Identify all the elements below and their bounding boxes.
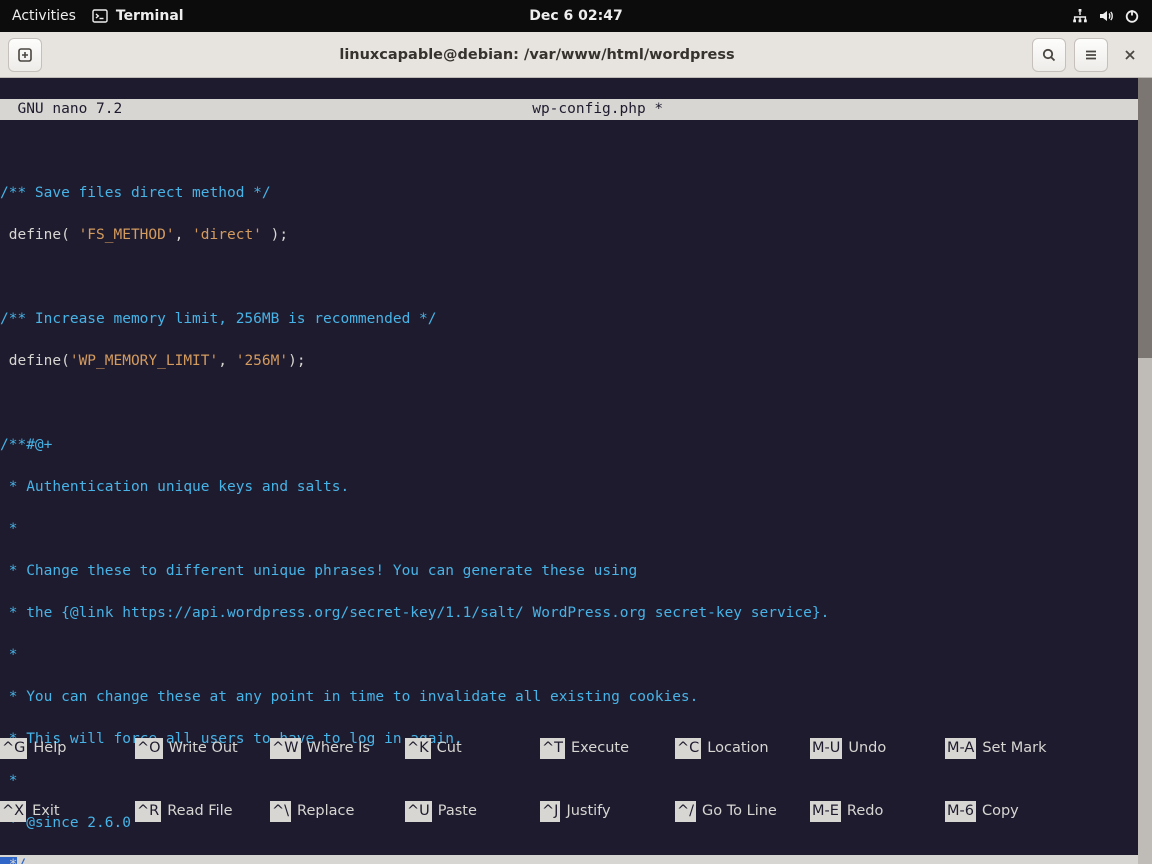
shortcut-key: M-U: [810, 738, 842, 759]
clock[interactable]: Dec 6 02:47: [529, 8, 622, 24]
shortcut-label: Paste: [432, 801, 477, 822]
active-app-label: Terminal: [116, 8, 184, 24]
volume-icon[interactable]: [1098, 8, 1114, 24]
shortcut-key: ^C: [675, 738, 701, 759]
nano-footer: ^GHelp ^OWrite Out ^WWhere Is ^KCut ^TEx…: [0, 696, 1138, 864]
code-line: define( 'FS_METHOD', 'direct' );: [0, 225, 1138, 246]
footer-row: ^GHelp ^OWrite Out ^WWhere Is ^KCut ^TEx…: [0, 738, 1138, 759]
window-header: linuxcapable@debian: /var/www/html/wordp…: [0, 32, 1152, 78]
shortcut-key: ^O: [135, 738, 163, 759]
close-icon: [1123, 48, 1137, 62]
new-tab-icon: [17, 47, 33, 63]
code-line: * the {@link https://api.wordpress.org/s…: [0, 603, 1138, 624]
scrollbar[interactable]: [1138, 78, 1152, 864]
shortcut-label: Execute: [565, 738, 629, 759]
close-button[interactable]: [1116, 38, 1144, 72]
shortcut-key: M-A: [945, 738, 976, 759]
shortcut-key: ^R: [135, 801, 161, 822]
shortcut-key: ^J: [540, 801, 560, 822]
shortcut-label: Help: [27, 738, 66, 759]
shortcut-label: Set Mark: [976, 738, 1046, 759]
new-tab-button[interactable]: [8, 38, 42, 72]
shortcut-label: Go To Line: [696, 801, 777, 822]
shortcut-key: ^W: [270, 738, 301, 759]
gnome-top-bar: Activities Terminal Dec 6 02:47: [0, 0, 1152, 32]
shortcut-key: ^K: [405, 738, 431, 759]
search-icon: [1041, 47, 1057, 63]
shortcut-key: M-6: [945, 801, 976, 822]
shortcut-key: ^G: [0, 738, 27, 759]
terminal-icon: [92, 8, 108, 24]
nano-title-bar: GNU nano 7.2wp-config.php *: [0, 99, 1138, 120]
shortcut-key: M-E: [810, 801, 841, 822]
shortcut-label: Read File: [161, 801, 232, 822]
shortcut-label: Redo: [841, 801, 883, 822]
search-button[interactable]: [1032, 38, 1066, 72]
shortcut-label: Justify: [560, 801, 610, 822]
code-line: /**#@+: [0, 435, 1138, 456]
shortcut-label: Replace: [291, 801, 354, 822]
shortcut-key: ^X: [0, 801, 26, 822]
scrollbar-thumb[interactable]: [1138, 78, 1152, 358]
shortcut-key: ^U: [405, 801, 432, 822]
shortcut-label: Location: [701, 738, 768, 759]
terminal-viewport[interactable]: GNU nano 7.2wp-config.php * /** Save fil…: [0, 78, 1152, 864]
power-icon[interactable]: [1124, 8, 1140, 24]
code-line: /** Save files direct method */: [0, 183, 1138, 204]
shortcut-label: Exit: [26, 801, 59, 822]
shortcut-key: ^T: [540, 738, 565, 759]
activities-button[interactable]: Activities: [12, 8, 76, 24]
window-title: linuxcapable@debian: /var/www/html/wordp…: [50, 47, 1024, 63]
code-line: *: [0, 519, 1138, 540]
code-line: define('WP_MEMORY_LIMIT', '256M');: [0, 351, 1138, 372]
shortcut-label: Write Out: [163, 738, 238, 759]
code-line: /** Increase memory limit, 256MB is reco…: [0, 309, 1138, 330]
code-line: * Authentication unique keys and salts.: [0, 477, 1138, 498]
menu-button[interactable]: [1074, 38, 1108, 72]
network-icon[interactable]: [1072, 8, 1088, 24]
shortcut-label: Where Is: [301, 738, 370, 759]
code-line: *: [0, 645, 1138, 666]
shortcut-label: Cut: [431, 738, 462, 759]
shortcut-label: Undo: [842, 738, 886, 759]
footer-row: ^XExit ^RRead File ^\Replace ^UPaste ^JJ…: [0, 801, 1138, 822]
code-line: * Change these to different unique phras…: [0, 561, 1138, 582]
hamburger-icon: [1083, 47, 1099, 63]
shortcut-key: ^/: [675, 801, 696, 822]
active-app[interactable]: Terminal: [92, 8, 184, 24]
shortcut-label: Copy: [976, 801, 1019, 822]
shortcut-key: ^\: [270, 801, 291, 822]
